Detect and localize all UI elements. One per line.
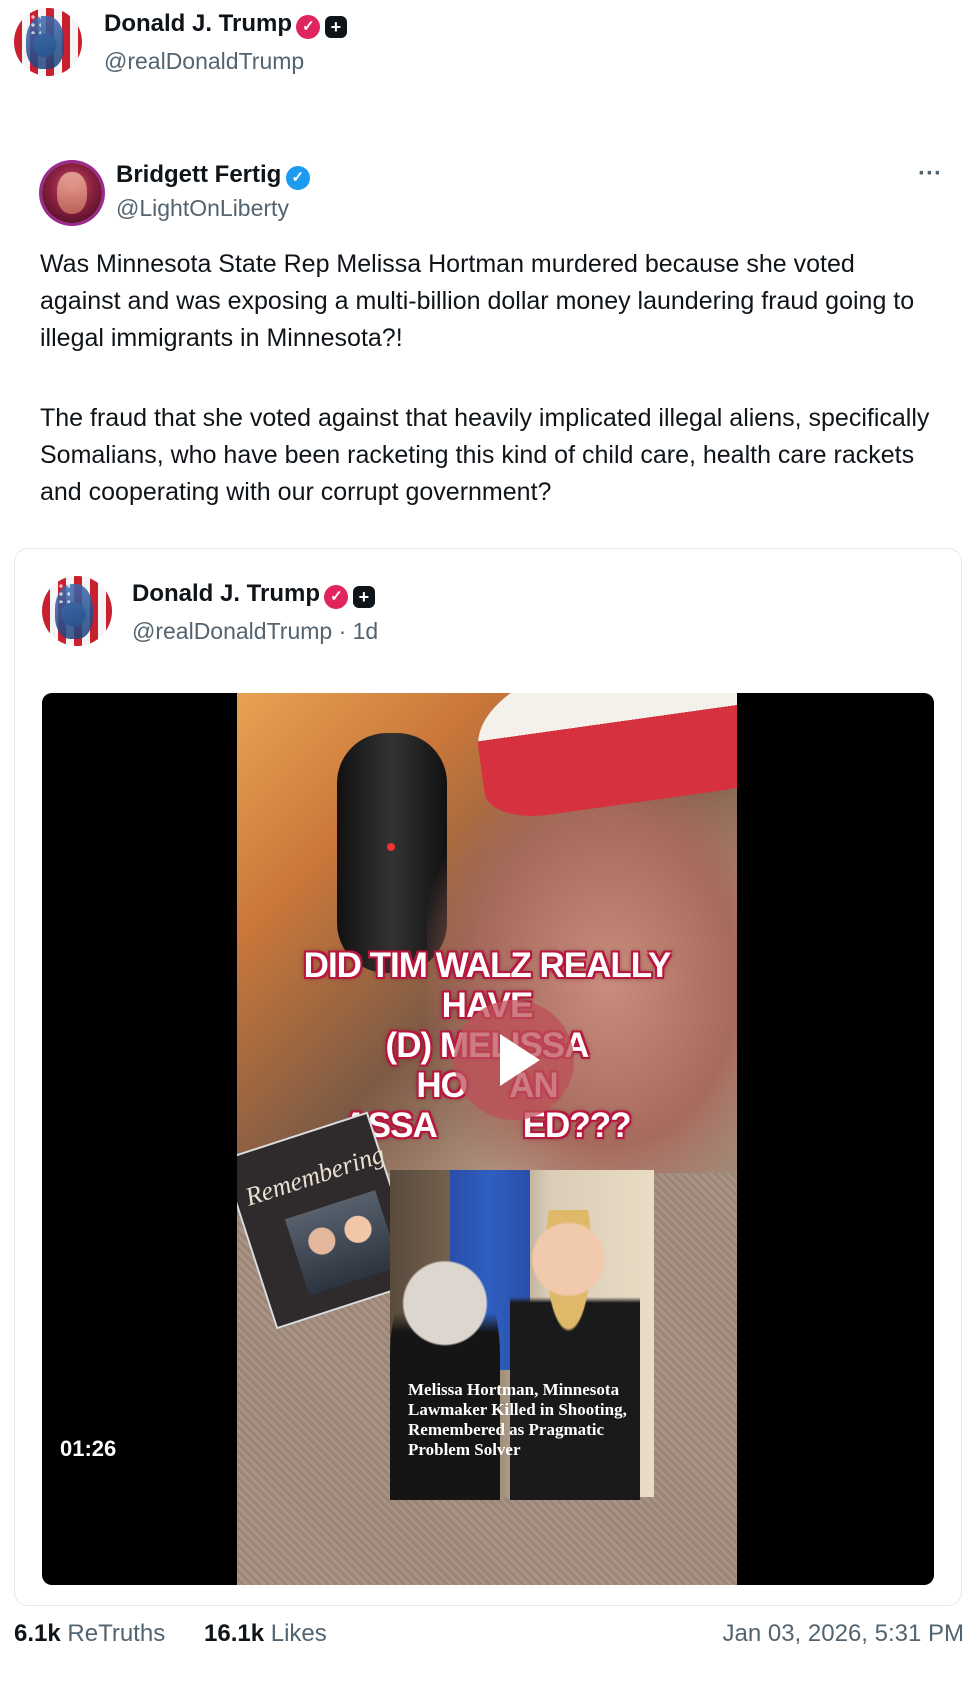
plus-badge-icon: +	[324, 15, 347, 38]
retruths-label: ReTruths	[67, 1620, 166, 1647]
repost-author-name[interactable]: Donald J. Trump	[104, 10, 292, 37]
quoted-author[interactable]: Bridgett Fertig ✓	[116, 161, 310, 190]
likes-count: 16.1k	[204, 1620, 265, 1647]
quoted-post-paragraph-2: The fraud that she voted against that he…	[40, 404, 930, 506]
video-player[interactable]: DID TIM WALZ REALLY HAVE (D) MELISSA HO …	[42, 693, 934, 1585]
verified-badge-icon: ✓	[285, 165, 310, 190]
retruths-stat[interactable]: 6.1k ReTruths	[14, 1620, 165, 1648]
quoted-author-name[interactable]: Bridgett Fertig	[116, 161, 281, 188]
verified-badge-icon: ✓	[324, 584, 349, 609]
avatar-bridgett[interactable]	[42, 163, 102, 223]
swearing-in-photo: Melissa Hortman, Minnesota Lawmaker Kill…	[390, 1170, 654, 1500]
avatar-trump[interactable]	[14, 8, 82, 76]
likes-stat[interactable]: 16.1k Likes	[204, 1620, 327, 1648]
embedded-author-handle[interactable]: @realDonaldTrump · 1d	[132, 618, 378, 645]
likes-label: Likes	[270, 1620, 327, 1647]
plus-badge-icon: +	[352, 585, 375, 608]
play-button-icon[interactable]	[454, 1000, 574, 1120]
video-headline-line-1: DID TIM WALZ REALLY	[303, 946, 672, 985]
post-timestamp[interactable]: Jan 03, 2026, 5:31 PM	[723, 1620, 965, 1648]
avatar-trump-embedded[interactable]	[42, 576, 112, 646]
quoted-author-handle[interactable]: @LightOnLiberty	[116, 195, 289, 222]
video-frame: DID TIM WALZ REALLY HAVE (D) MELISSA HO …	[237, 693, 737, 1585]
embedded-author[interactable]: Donald J. Trump ✓ +	[132, 580, 375, 609]
video-duration: 01:26	[60, 1436, 117, 1461]
repost-author-handle[interactable]: @realDonaldTrump	[104, 48, 304, 75]
retruths-count: 6.1k	[14, 1620, 61, 1647]
verified-badge-icon: ✓	[296, 14, 321, 39]
quoted-post-paragraph-1: Was Minnesota State Rep Melissa Hortman …	[40, 250, 915, 352]
repost-author[interactable]: Donald J. Trump ✓ +	[104, 10, 347, 39]
photo-caption: Melissa Hortman, Minnesota Lawmaker Kill…	[408, 1380, 627, 1459]
more-options-icon[interactable]: ···	[918, 160, 942, 188]
embedded-author-name[interactable]: Donald J. Trump	[132, 580, 320, 607]
